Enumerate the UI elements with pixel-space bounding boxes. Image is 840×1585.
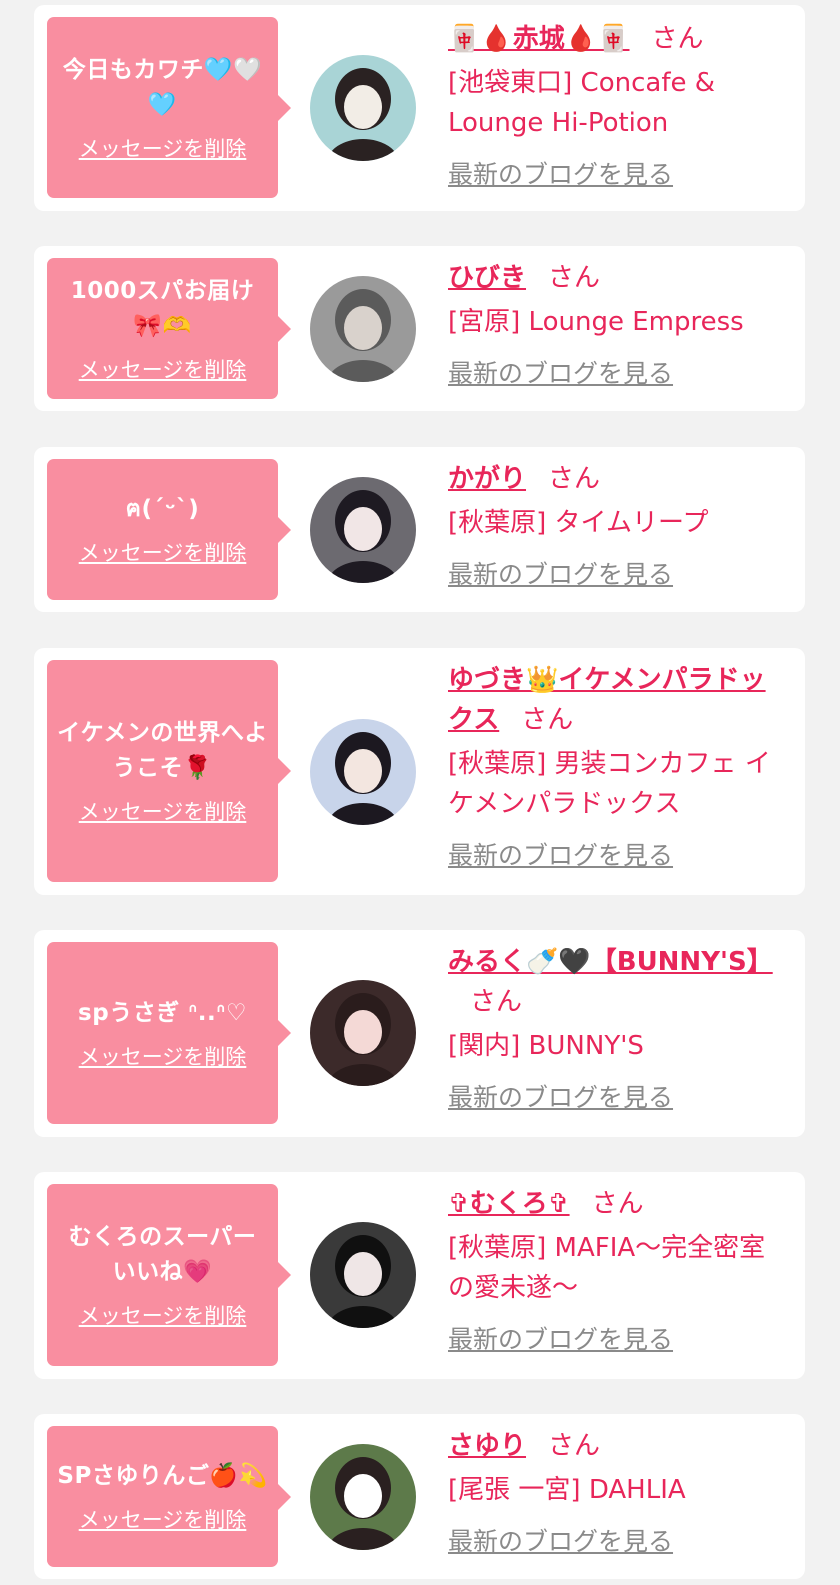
sender-name-link[interactable]: 🀄🩸赤城🩸🀄 bbox=[448, 24, 630, 54]
name-line: みるく🍼🖤【BUNNY'S】さん bbox=[448, 942, 785, 1022]
shop-name: [秋葉原] 男装コンカフェ イケメンパラドックス bbox=[448, 749, 771, 819]
latest-blog-link[interactable]: 最新のブログを見る bbox=[448, 836, 673, 872]
honorific: さん bbox=[548, 1431, 601, 1461]
honorific: さん bbox=[521, 705, 574, 735]
message-card: ฅ(ˊᵕˋ) メッセージを削除 かがり さん [秋葉原] タイムリープ 最新のブロ… bbox=[34, 447, 805, 612]
shop-name: [秋葉原] タイムリープ bbox=[448, 508, 709, 538]
sender-name-link[interactable]: みるく🍼🖤【BUNNY'S】 bbox=[448, 947, 773, 977]
latest-blog-link[interactable]: 最新のブログを見る bbox=[448, 555, 673, 591]
sender-name-link[interactable]: かがり bbox=[448, 464, 526, 494]
message-bubble: spうさぎ ᐢ..ᐢ♡ メッセージを削除 bbox=[47, 942, 291, 1124]
sender-info: ひびき さん [宮原] Lounge Empress 最新のブログを見る bbox=[448, 258, 785, 390]
name-line: かがり さん bbox=[448, 459, 785, 499]
delete-message-link[interactable]: メッセージを削除 bbox=[79, 1041, 247, 1071]
delete-message-link[interactable]: メッセージを削除 bbox=[79, 354, 247, 384]
delete-message-link[interactable]: メッセージを削除 bbox=[79, 1504, 247, 1534]
message-bubble: 1000スパお届け🎀🫶 メッセージを削除 bbox=[47, 258, 291, 399]
honorific: さん bbox=[548, 464, 601, 494]
sender-info: 🀄🩸赤城🩸🀄 さん [池袋東口] Concafe & Lounge Hi-Poti… bbox=[448, 19, 785, 191]
name-line: ✞むくろ✞ さん bbox=[448, 1184, 785, 1224]
message-text: 1000スパお届け🎀🫶 bbox=[70, 277, 255, 339]
avatar[interactable] bbox=[310, 1222, 416, 1328]
message-bubble: イケメンの世界へようこそ🌹 メッセージを削除 bbox=[47, 660, 291, 882]
message-text: イケメンの世界へようこそ🌹 bbox=[57, 720, 268, 781]
shop-name: [宮原] Lounge Empress bbox=[448, 307, 744, 337]
name-line: ひびき さん bbox=[448, 258, 785, 298]
delete-message-link[interactable]: メッセージを削除 bbox=[79, 133, 247, 163]
shop-name: [秋葉原] MAFIA〜完全密室の愛未遂〜 bbox=[448, 1233, 766, 1303]
avatar[interactable] bbox=[310, 719, 416, 825]
sender-info: ✞むくろ✞ さん [秋葉原] MAFIA〜完全密室の愛未遂〜 最新のブログを見る bbox=[448, 1184, 785, 1356]
shop-name: [関内] BUNNY'S bbox=[448, 1031, 644, 1061]
message-bubble: 今日もカワチ🩵🤍🩵 メッセージを削除 bbox=[47, 17, 291, 198]
latest-blog-link[interactable]: 最新のブログを見る bbox=[448, 354, 673, 390]
avatar[interactable] bbox=[310, 1444, 416, 1550]
latest-blog-link[interactable]: 最新のブログを見る bbox=[448, 1320, 673, 1356]
shop-name: [尾張 一宮] DAHLIA bbox=[448, 1475, 686, 1505]
sender-name-link[interactable]: ✞むくろ✞ bbox=[448, 1189, 570, 1219]
message-bubble: ฅ(ˊᵕˋ) メッセージを削除 bbox=[47, 459, 291, 600]
sender-info: みるく🍼🖤【BUNNY'S】さん [関内] BUNNY'S 最新のブログを見る bbox=[448, 942, 785, 1114]
sender-name-link[interactable]: ひびき bbox=[448, 263, 526, 293]
message-bubble: SPさゆりんご🍎💫 メッセージを削除 bbox=[47, 1426, 291, 1567]
honorific: さん bbox=[470, 987, 523, 1017]
honorific: さん bbox=[651, 24, 704, 54]
name-line: 🀄🩸赤城🩸🀄 さん bbox=[448, 19, 785, 59]
message-text: むくろのスーパーいいね💗 bbox=[68, 1224, 257, 1285]
avatar[interactable] bbox=[310, 477, 416, 583]
honorific: さん bbox=[548, 263, 601, 293]
sender-info: さゆり さん [尾張 一宮] DAHLIA 最新のブログを見る bbox=[448, 1426, 785, 1558]
message-text: 今日もカワチ🩵🤍🩵 bbox=[62, 56, 263, 118]
message-card: むくろのスーパーいいね💗 メッセージを削除 ✞むくろ✞ さん [秋葉原] MAFI… bbox=[34, 1172, 805, 1379]
latest-blog-link[interactable]: 最新のブログを見る bbox=[448, 155, 673, 191]
shop-name: [池袋東口] Concafe & Lounge Hi-Potion bbox=[448, 68, 716, 138]
name-line: ゆづき👑イケメンパラドックス さん bbox=[448, 660, 785, 740]
message-card: 1000スパお届け🎀🫶 メッセージを削除 ひびき さん [宮原] Lounge E… bbox=[34, 246, 805, 411]
latest-blog-link[interactable]: 最新のブログを見る bbox=[448, 1078, 673, 1114]
message-card: 今日もカワチ🩵🤍🩵 メッセージを削除 🀄🩸赤城🩸🀄 さん [池袋東口] Conca… bbox=[34, 5, 805, 211]
sender-info: かがり さん [秋葉原] タイムリープ 最新のブログを見る bbox=[448, 459, 785, 591]
message-bubble: むくろのスーパーいいね💗 メッセージを削除 bbox=[47, 1184, 291, 1366]
delete-message-link[interactable]: メッセージを削除 bbox=[79, 537, 247, 567]
avatar[interactable] bbox=[310, 276, 416, 382]
sender-name-link[interactable]: ゆづき👑イケメンパラドックス bbox=[448, 665, 766, 735]
sender-info: ゆづき👑イケメンパラドックス さん [秋葉原] 男装コンカフェ イケメンパラドック… bbox=[448, 660, 785, 872]
delete-message-link[interactable]: メッセージを削除 bbox=[79, 1300, 247, 1330]
avatar[interactable] bbox=[310, 55, 416, 161]
name-line: さゆり さん bbox=[448, 1426, 785, 1466]
sender-name-link[interactable]: さゆり bbox=[448, 1431, 526, 1461]
delete-message-link[interactable]: メッセージを削除 bbox=[79, 796, 247, 826]
latest-blog-link[interactable]: 最新のブログを見る bbox=[448, 1522, 673, 1558]
message-text: SPさゆりんご🍎💫 bbox=[57, 1463, 268, 1489]
message-card: イケメンの世界へようこそ🌹 メッセージを削除 ゆづき👑イケメンパラドックス さん … bbox=[34, 648, 805, 895]
message-text: ฅ(ˊᵕˋ) bbox=[125, 496, 200, 522]
honorific: さん bbox=[591, 1189, 644, 1219]
message-card: SPさゆりんご🍎💫 メッセージを削除 さゆり さん [尾張 一宮] DAHLIA … bbox=[34, 1414, 805, 1579]
message-text: spうさぎ ᐢ..ᐢ♡ bbox=[78, 999, 247, 1026]
avatar[interactable] bbox=[310, 980, 416, 1086]
message-card: spうさぎ ᐢ..ᐢ♡ メッセージを削除 みるく🍼🖤【BUNNY'S】さん [関… bbox=[34, 930, 805, 1137]
